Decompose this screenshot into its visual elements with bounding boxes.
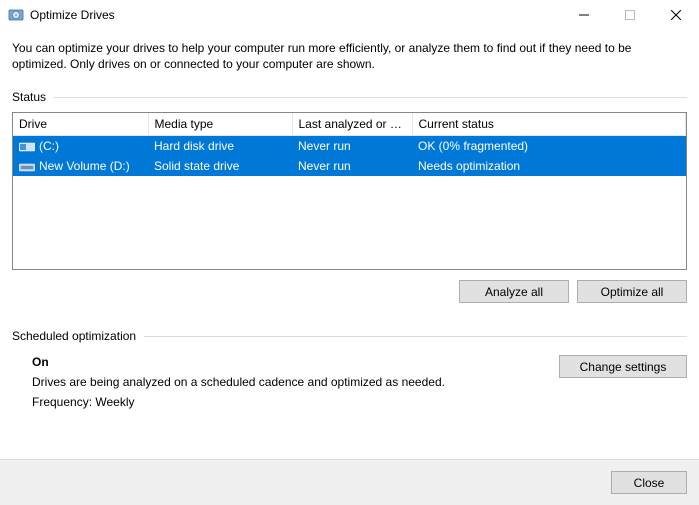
analyze-all-button[interactable]: Analyze all xyxy=(459,280,569,303)
titlebar: Optimize Drives xyxy=(0,0,699,30)
scheduled-header: Scheduled optimization xyxy=(12,329,687,343)
bottom-bar: Close xyxy=(0,459,699,505)
drive-media-type: Solid state drive xyxy=(148,156,292,176)
table-header-row: Drive Media type Last analyzed or o... C… xyxy=(13,113,686,136)
scheduled-state: On xyxy=(32,355,539,369)
divider xyxy=(54,97,687,98)
drive-media-type: Hard disk drive xyxy=(148,136,292,156)
drive-list[interactable]: Drive Media type Last analyzed or o... C… xyxy=(12,112,687,270)
col-drive[interactable]: Drive xyxy=(13,113,148,136)
table-row[interactable]: (C:) Hard disk drive Never run OK (0% fr… xyxy=(13,136,686,156)
close-window-button[interactable] xyxy=(653,0,699,30)
scheduled-frequency: Frequency: Weekly xyxy=(32,395,539,409)
drive-name: (C:) xyxy=(39,139,59,153)
drive-last-analyzed: Never run xyxy=(292,136,412,156)
status-button-row: Analyze all Optimize all xyxy=(12,280,687,303)
scheduled-label: Scheduled optimization xyxy=(12,329,136,343)
col-last-analyzed[interactable]: Last analyzed or o... xyxy=(292,113,412,136)
minimize-button[interactable] xyxy=(561,0,607,30)
table-row[interactable]: New Volume (D:) Solid state drive Never … xyxy=(13,156,686,176)
scheduled-description: Drives are being analyzed on a scheduled… xyxy=(32,375,539,389)
drive-current-status: OK (0% fragmented) xyxy=(412,136,686,156)
divider xyxy=(144,336,687,337)
ssd-icon xyxy=(19,161,35,173)
hdd-icon xyxy=(19,141,35,153)
description-text: You can optimize your drives to help you… xyxy=(12,40,687,72)
window-controls xyxy=(561,0,699,30)
col-current-status[interactable]: Current status xyxy=(412,113,686,136)
status-header: Status xyxy=(12,90,687,104)
window-title: Optimize Drives xyxy=(30,8,561,22)
drive-current-status: Needs optimization xyxy=(412,156,686,176)
drive-name: New Volume (D:) xyxy=(39,159,130,173)
status-label: Status xyxy=(12,90,46,104)
change-settings-button[interactable]: Change settings xyxy=(559,355,687,378)
maximize-button xyxy=(607,0,653,30)
col-media-type[interactable]: Media type xyxy=(148,113,292,136)
optimize-all-button[interactable]: Optimize all xyxy=(577,280,687,303)
close-button[interactable]: Close xyxy=(611,471,687,494)
app-icon xyxy=(8,7,24,23)
drive-last-analyzed: Never run xyxy=(292,156,412,176)
